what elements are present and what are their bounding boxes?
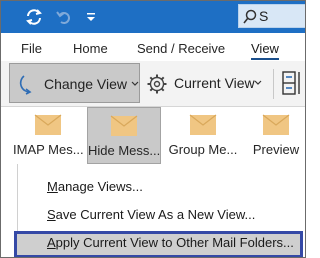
layout-icon[interactable] bbox=[281, 70, 303, 98]
gallery-item-label: Hide Mess... bbox=[88, 143, 161, 158]
menu-item-label: pply Current View to Other Mail Folders.… bbox=[55, 235, 294, 250]
undo-icon[interactable] bbox=[53, 1, 75, 33]
chevron-down-icon bbox=[254, 80, 262, 85]
chevron-down-icon bbox=[131, 81, 139, 86]
envelope-icon bbox=[262, 114, 290, 135]
gallery-item-imap-messages[interactable]: IMAP Mes... bbox=[13, 107, 84, 164]
menu-item-label: anage Views... bbox=[57, 179, 143, 194]
tab-view[interactable]: View bbox=[251, 41, 279, 56]
save-current-view-menu-item[interactable]: Save Current View As a New View... bbox=[47, 207, 255, 222]
gallery-item-label: IMAP Mes... bbox=[13, 142, 84, 157]
gallery-item-hide-messages[interactable]: Hide Mess... bbox=[87, 107, 161, 164]
gear-icon bbox=[147, 74, 167, 94]
envelope-icon bbox=[34, 114, 62, 135]
search-box[interactable]: S bbox=[238, 4, 305, 28]
change-view-button[interactable]: Change View bbox=[9, 63, 140, 103]
accelerator-key: M bbox=[47, 179, 58, 194]
tab-file[interactable]: File bbox=[21, 41, 42, 56]
change-view-dropdown: IMAP Mes... Hide Mess... Group Me... Pre… bbox=[1, 107, 305, 257]
menu-item-label: ave Current View As a New View... bbox=[55, 207, 256, 222]
view-gallery: IMAP Mes... Hide Mess... Group Me... Pre… bbox=[1, 107, 305, 164]
current-view-button[interactable]: Current View bbox=[146, 63, 266, 103]
gallery-item-group-messages[interactable]: Group Me... bbox=[164, 107, 242, 164]
ribbon-tabs: File Home Send / Receive View bbox=[1, 33, 305, 61]
envelope-icon bbox=[189, 114, 217, 135]
tab-home[interactable]: Home bbox=[73, 41, 108, 56]
change-view-label: Change View bbox=[44, 76, 128, 92]
send-receive-sync-icon[interactable] bbox=[21, 1, 47, 33]
tab-send-receive[interactable]: Send / Receive bbox=[137, 41, 225, 56]
accelerator-key: S bbox=[47, 207, 56, 222]
accelerator-key: A bbox=[47, 235, 56, 250]
customize-quick-access-icon[interactable] bbox=[83, 1, 99, 33]
outlook-window: S File Home Send / Receive View Change V… bbox=[0, 0, 306, 258]
ribbon-separator bbox=[273, 69, 274, 99]
title-bar: S bbox=[1, 1, 305, 33]
ribbon: Change View Current View bbox=[1, 61, 305, 107]
gallery-item-label: Preview bbox=[252, 142, 300, 157]
change-view-icon bbox=[19, 75, 32, 95]
apply-view-to-other-folders-menu-item[interactable]: Apply Current View to Other Mail Folders… bbox=[47, 235, 294, 250]
gallery-item-preview[interactable]: Preview bbox=[246, 107, 305, 164]
search-placeholder: S bbox=[259, 8, 269, 24]
gallery-item-label: Group Me... bbox=[168, 142, 238, 157]
current-view-label: Current View bbox=[174, 75, 255, 91]
search-icon bbox=[243, 9, 257, 24]
envelope-icon bbox=[110, 115, 138, 136]
active-tab-indicator bbox=[251, 58, 279, 60]
manage-views-menu-item[interactable]: Manage Views... bbox=[47, 179, 143, 194]
